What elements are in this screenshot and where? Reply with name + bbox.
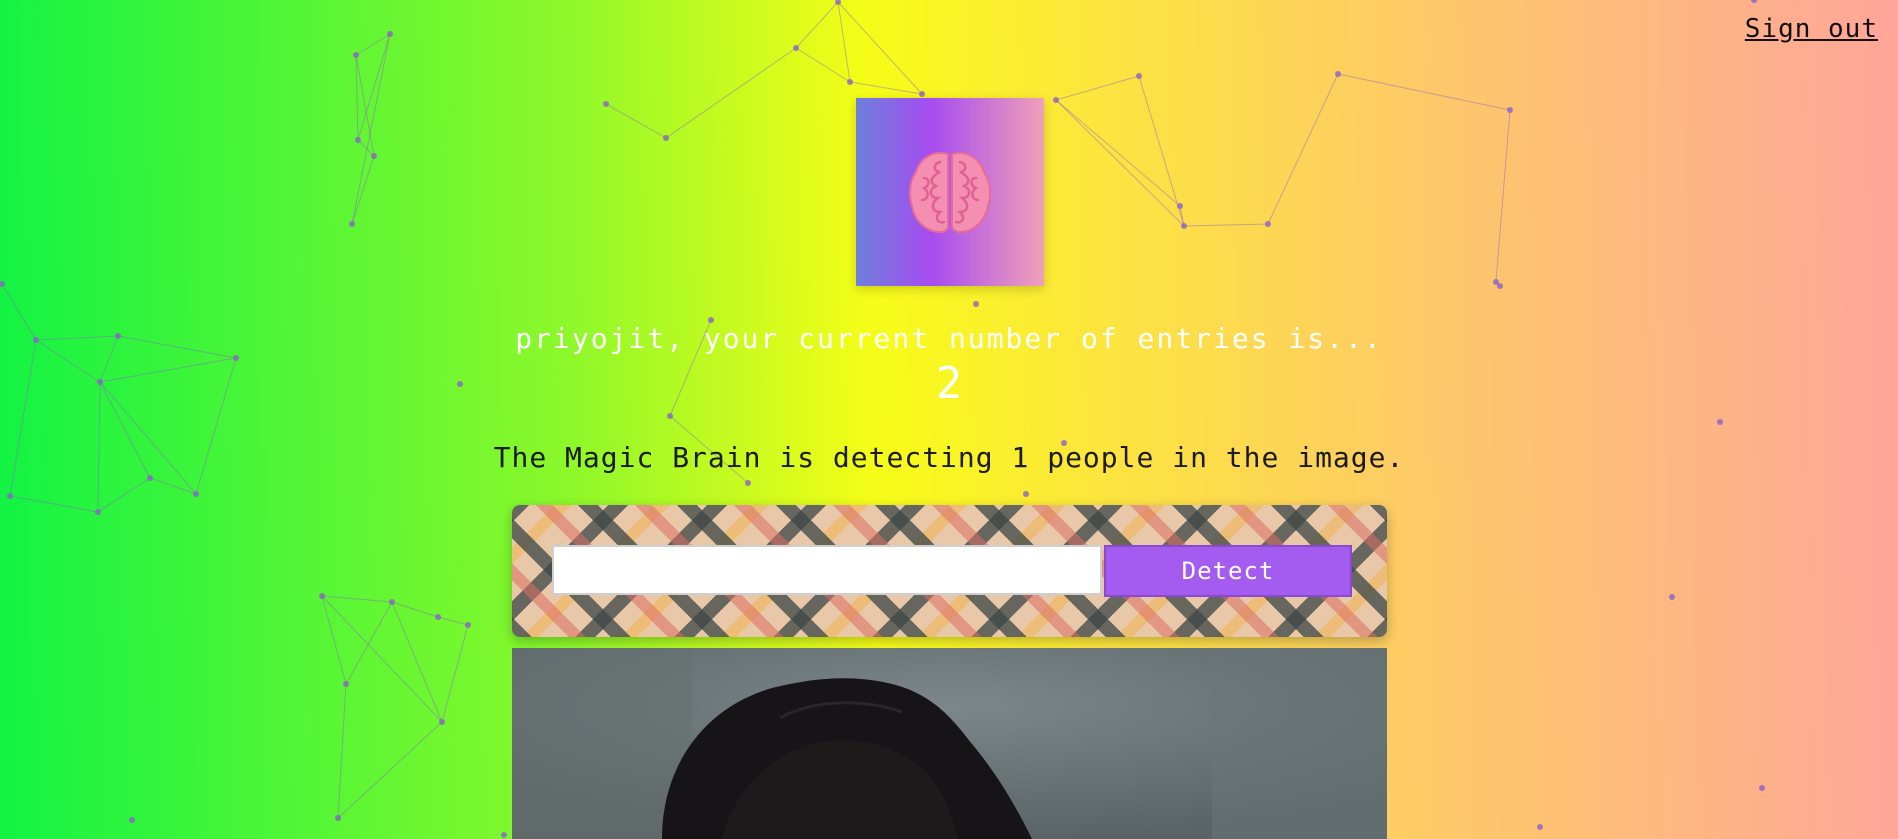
face-image (512, 648, 1387, 839)
particle-dot (7, 493, 13, 499)
particle-dot (371, 153, 377, 159)
particle-link (97, 477, 151, 513)
particle-dot (353, 52, 359, 58)
particle-dot (1669, 594, 1675, 600)
particle-dot (1537, 824, 1543, 830)
particle-dot (193, 491, 199, 497)
brain-logo (856, 98, 1044, 286)
image-url-input[interactable] (552, 545, 1102, 595)
particle-link (337, 721, 443, 819)
detection-message: The Magic Brain is detecting 1 people in… (493, 441, 1405, 474)
particle-dot (919, 91, 925, 97)
particle-dot (1181, 223, 1187, 229)
particle-link (1055, 75, 1140, 101)
image-url-form: Detect (512, 505, 1387, 637)
particle-link (345, 601, 393, 685)
particle-dot (1335, 71, 1341, 77)
particle-dot (0, 281, 5, 287)
particle-link (321, 595, 443, 723)
particle-dot (1717, 419, 1723, 425)
particle-dot (129, 817, 135, 823)
particle-dot (667, 413, 673, 419)
particle-link (437, 616, 469, 626)
particle-dot (465, 622, 471, 628)
particle-dot (793, 45, 799, 51)
particle-link (9, 495, 99, 513)
particle-link (795, 47, 851, 83)
particle-dot (389, 599, 395, 605)
particle-link (337, 683, 347, 819)
particle-link (1267, 73, 1339, 225)
particle-dot (1177, 203, 1183, 209)
particle-link (321, 595, 393, 603)
particle-dot (745, 480, 751, 486)
sign-out-link[interactable]: Sign out (1745, 14, 1878, 44)
particle-dot (95, 509, 101, 515)
particle-dot (1265, 221, 1271, 227)
particle-dot (343, 681, 349, 687)
particle-link (391, 601, 439, 618)
particle-dot (439, 719, 445, 725)
particle-dot (1023, 491, 1029, 497)
particle-dot (319, 593, 325, 599)
particle-link (1337, 73, 1511, 111)
detect-button[interactable]: Detect (1104, 545, 1352, 597)
particle-link (837, 1, 851, 83)
face-photo (512, 648, 1387, 839)
particle-link (1495, 109, 1511, 283)
particle-dot (1136, 73, 1142, 79)
entries-count: 2 (935, 358, 963, 409)
particle-dot (1497, 283, 1503, 289)
brain-icon (908, 152, 992, 234)
particle-dot (1053, 97, 1059, 103)
particle-dot (355, 137, 361, 143)
particle-dot (435, 614, 441, 620)
particle-dot (349, 221, 355, 227)
particle-link (391, 601, 443, 723)
particle-dot (501, 832, 507, 838)
particle-link (351, 155, 375, 225)
particle-link (441, 624, 469, 723)
particle-link (1183, 223, 1269, 227)
particle-dot (603, 101, 609, 107)
entries-message: priyojit, your current number of entries… (515, 322, 1383, 355)
particle-dot (663, 135, 669, 141)
particle-link (665, 47, 797, 139)
particle-link (605, 103, 667, 139)
particle-link (1055, 99, 1181, 207)
particle-link (795, 1, 839, 49)
particle-dot (1759, 785, 1765, 791)
particle-link (357, 33, 391, 141)
particle-dot (847, 79, 853, 85)
particle-dot (387, 31, 393, 37)
particle-dot (1507, 107, 1513, 113)
particle-dot (147, 475, 153, 481)
particle-link (849, 81, 923, 95)
particle-dot (335, 815, 341, 821)
particle-link (355, 54, 359, 141)
particle-dot (973, 301, 979, 307)
particle-dot (1751, 0, 1757, 3)
